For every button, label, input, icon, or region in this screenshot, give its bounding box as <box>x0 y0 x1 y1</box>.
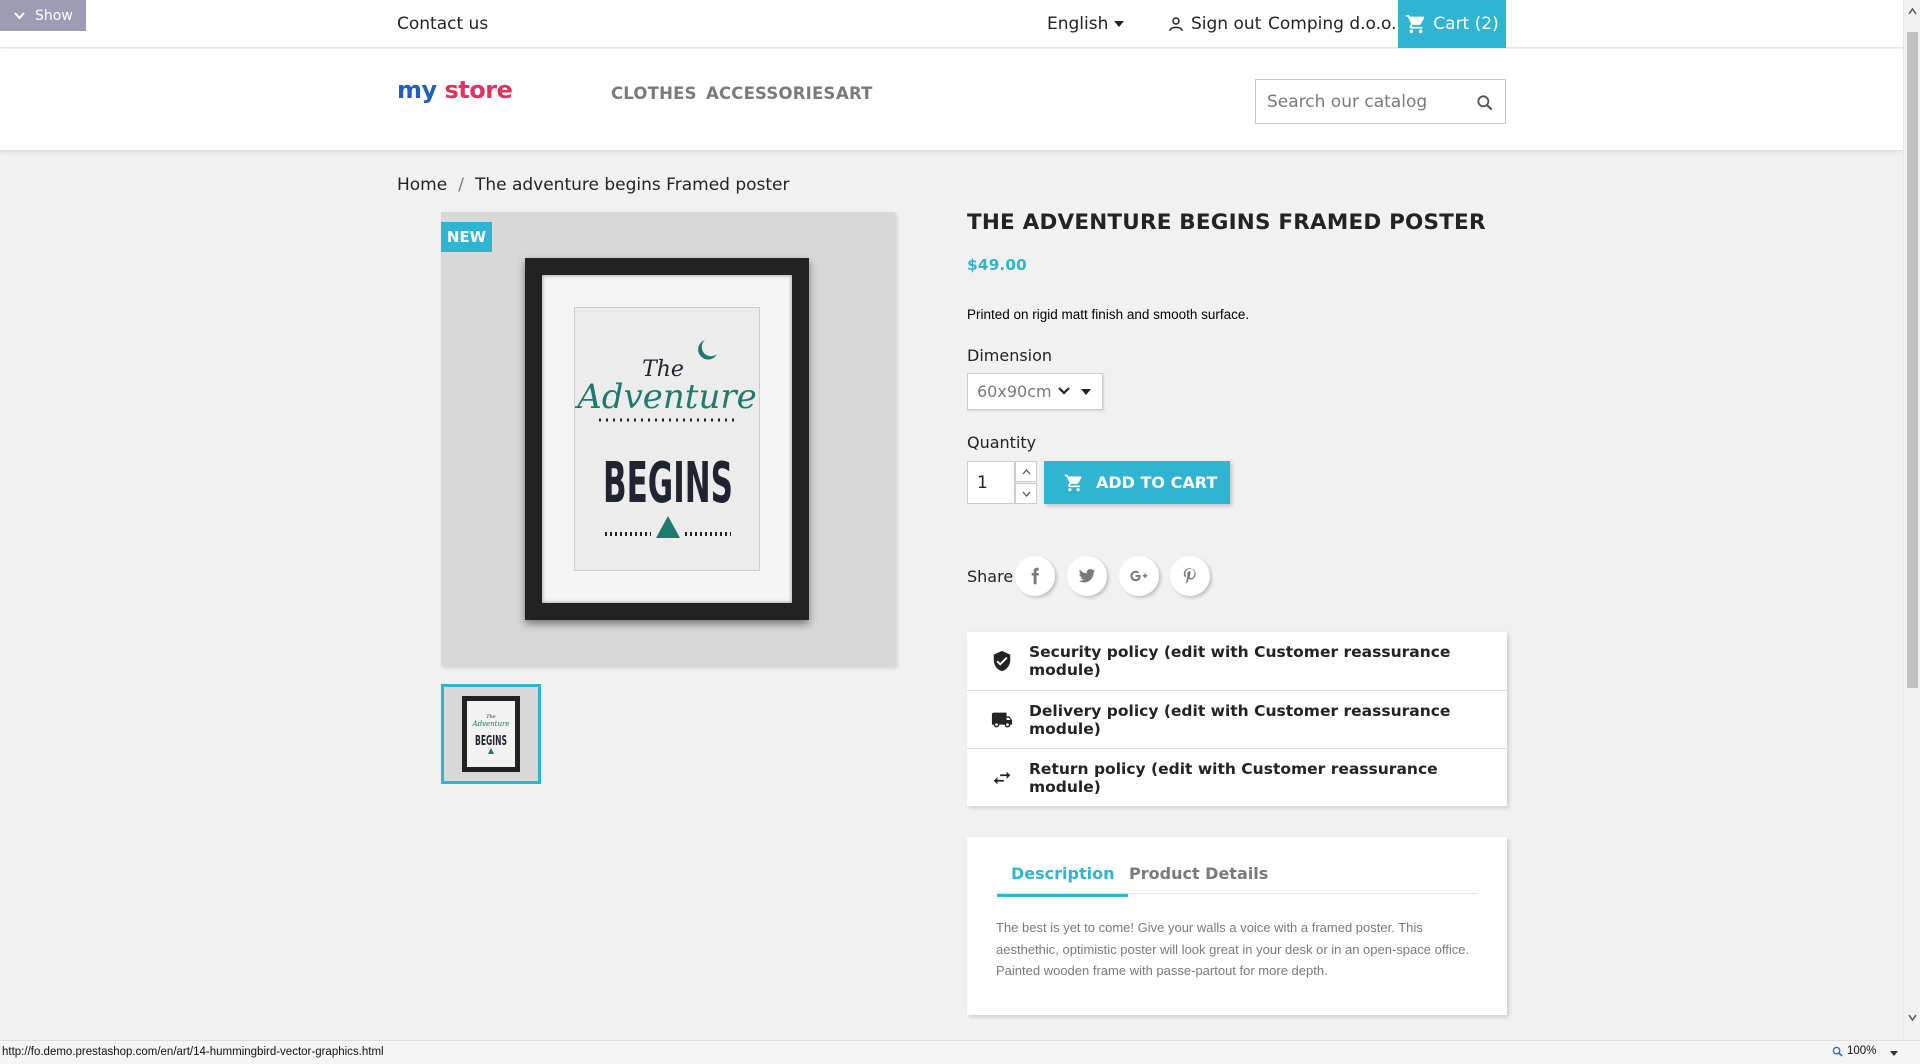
nav-art[interactable]: ART <box>836 84 873 103</box>
language-label: English <box>1047 14 1109 34</box>
product-thumbnail[interactable]: The Adventure BEGINS <box>441 684 541 784</box>
search-placeholder: Search our catalog <box>1267 91 1428 112</box>
share-twitter-button[interactable] <box>1067 556 1107 596</box>
product-main-image[interactable]: NEW The Adventure BEGINS <box>441 212 895 666</box>
vertical-scrollbar[interactable] <box>1903 0 1920 1040</box>
zoom-level: 100% <box>1847 1045 1877 1057</box>
sign-out-link[interactable]: Sign out <box>1167 0 1261 48</box>
caret-down-icon <box>1114 21 1125 27</box>
add-to-cart-button[interactable]: ADD TO CART <box>1044 461 1230 504</box>
reassurance-block: Security policy (edit with Customer reas… <box>967 632 1507 806</box>
scrollbar-thumb[interactable] <box>1907 32 1918 688</box>
pinterest-icon <box>1183 568 1196 584</box>
logo-my: my <box>397 76 437 104</box>
product-title: THE ADVENTURE BEGINS FRAMED POSTER <box>967 210 1486 235</box>
product-price: $49.00 <box>967 256 1027 274</box>
breadcrumb-separator: / <box>458 175 464 195</box>
contact-us-link[interactable]: Contact us <box>397 0 488 48</box>
breadcrumb-current[interactable]: The adventure begins Framed poster <box>475 175 790 195</box>
user-icon <box>1169 17 1183 31</box>
shield-check-icon <box>993 650 1011 672</box>
sign-out-label: Sign out <box>1191 14 1262 34</box>
cart-label: Cart (2) <box>1433 14 1499 34</box>
thumb-text-adventure: Adventure <box>472 720 510 728</box>
tab-description-content: The best is yet to come! Give your walls… <box>996 920 1470 978</box>
reassurance-delivery-text: Delivery policy (edit with Customer reas… <box>1029 701 1451 738</box>
share-facebook-button[interactable] <box>1015 556 1055 596</box>
chevron-down-icon <box>1058 387 1070 395</box>
top-bar: Show Contact us English Sign out Comping… <box>0 0 1903 48</box>
breadcrumb-home[interactable]: Home <box>397 175 447 195</box>
search-icon[interactable] <box>1475 93 1495 113</box>
chevron-down-icon <box>14 11 25 19</box>
thumb-artwork: The Adventure BEGINS <box>472 714 510 754</box>
tab-description[interactable]: Description <box>996 864 1130 897</box>
google-plus-icon <box>1130 570 1148 582</box>
site-header: my store CLOTHES ACCESSORIES ART Search … <box>0 49 1903 151</box>
nav-clothes[interactable]: CLOTHES <box>611 84 697 103</box>
quantity-value: 1 <box>977 472 988 493</box>
breadcrumb: Home / The adventure begins Framed poste… <box>397 175 790 195</box>
share-label: Share <box>967 567 1014 586</box>
language-selector[interactable]: English <box>1047 0 1125 48</box>
poster-frame: The Adventure BEGINS <box>525 258 809 620</box>
browser-status-bar: http://fo.demo.prestashop.com/en/art/14-… <box>0 1040 1920 1064</box>
thumb-text-begins: BEGINS <box>475 734 507 749</box>
poster-text-begins: BEGINS <box>603 451 733 516</box>
share-googleplus-button[interactable] <box>1119 556 1159 596</box>
dimension-value: 60x90cm <box>977 382 1052 401</box>
scroll-up-icon[interactable] <box>1908 8 1917 15</box>
poster-text-adventure: Adventure <box>575 377 757 417</box>
reassurance-return: Return policy (edit with Customer reassu… <box>967 748 1507 806</box>
caret-down-icon[interactable] <box>1890 1051 1898 1056</box>
debug-show-button[interactable]: Show <box>0 0 86 31</box>
reassurance-delivery: Delivery policy (edit with Customer reas… <box>967 690 1507 748</box>
product-tabs: Description Product Details The best is … <box>967 837 1507 1015</box>
nav-accessories[interactable]: ACCESSORIES <box>706 84 836 103</box>
swap-arrows-icon <box>993 771 1011 784</box>
reassurance-security: Security policy (edit with Customer reas… <box>967 632 1507 690</box>
twitter-icon <box>1078 569 1096 583</box>
debug-show-label: Show <box>35 7 73 24</box>
store-logo[interactable]: my store <box>397 76 513 104</box>
truck-icon <box>991 712 1013 727</box>
chevron-up-icon <box>1022 468 1030 474</box>
reassurance-return-text: Return policy (edit with Customer reassu… <box>1029 759 1438 796</box>
new-badge: NEW <box>441 222 492 252</box>
scroll-down-icon[interactable] <box>1908 1014 1917 1021</box>
account-link[interactable]: Comping d.o.o. <box>1268 0 1397 48</box>
poster-art: The Adventure BEGINS <box>574 307 760 571</box>
zoom-control[interactable]: 100% <box>1832 1045 1876 1057</box>
chevron-down-icon <box>1022 491 1030 497</box>
tab-product-details[interactable]: Product Details <box>1129 864 1268 883</box>
quantity-label: Quantity <box>967 433 1037 452</box>
quantity-decrement-button[interactable] <box>1015 483 1037 504</box>
dimension-select[interactable]: 60x90cm <box>967 373 1103 410</box>
poster-artwork: The Adventure BEGINS <box>574 340 757 538</box>
status-url: http://fo.demo.prestashop.com/en/art/14-… <box>2 1046 384 1058</box>
logo-store: store <box>444 76 513 104</box>
dimension-label: Dimension <box>967 346 1053 365</box>
share-pinterest-button[interactable] <box>1170 556 1210 596</box>
poster-mat: The Adventure BEGINS <box>542 275 792 603</box>
cart-button[interactable]: Cart (2) <box>1398 0 1506 48</box>
thumb-mat: The Adventure BEGINS <box>467 701 515 767</box>
search-input[interactable]: Search our catalog <box>1255 79 1506 124</box>
quantity-input[interactable]: 1 <box>967 461 1015 504</box>
product-short-description: Printed on rigid matt finish and smooth … <box>967 307 1250 322</box>
cart-icon <box>1064 474 1082 491</box>
reassurance-security-text: Security policy (edit with Customer reas… <box>1029 643 1451 679</box>
quantity-increment-button[interactable] <box>1015 461 1037 482</box>
zoom-icon <box>1832 1046 1843 1057</box>
caret-down-icon <box>1081 389 1091 395</box>
thumb-frame: The Adventure BEGINS <box>462 696 520 772</box>
facebook-icon <box>1031 567 1039 585</box>
add-to-cart-label: ADD TO CART <box>1096 473 1218 492</box>
cart-icon <box>1406 14 1425 34</box>
